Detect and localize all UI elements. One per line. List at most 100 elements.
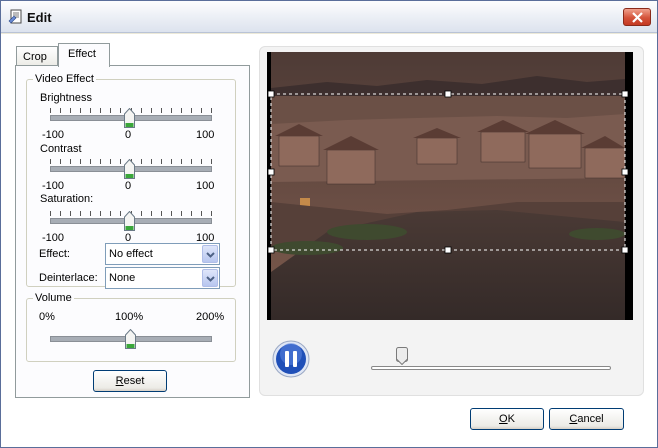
slider-tick [70, 108, 71, 113]
ok-button[interactable]: OK [470, 408, 544, 430]
suburban-street-video-frame [267, 52, 633, 320]
slider-tick [171, 159, 172, 164]
slider-tick [80, 211, 81, 216]
slider-tick [110, 211, 111, 216]
slider-tick [70, 159, 71, 164]
brightness-label: Brightness [40, 92, 92, 104]
slider-tick [120, 159, 121, 164]
contrast-mid: 0 [125, 180, 132, 192]
edit-dialog: Edit Crop Effect Video Effect Brightness [0, 0, 658, 448]
saturation-slider-thumb[interactable] [124, 211, 135, 231]
brightness-min: -100 [42, 129, 65, 141]
slider-tick [151, 108, 152, 113]
slider-tick [110, 159, 111, 164]
saturation-label: Saturation: [40, 193, 94, 205]
group-legend: Video Effect [33, 73, 96, 85]
slider-tick [181, 159, 182, 164]
mnemonic-letter: O [499, 413, 508, 425]
slider-tick [191, 159, 192, 164]
cancel-button-label: Cancel [569, 413, 604, 425]
deinterlace-dropdown-button[interactable] [202, 269, 218, 287]
slider-tick [100, 211, 101, 216]
ok-button-label: OK [499, 413, 515, 425]
contrast-min: -100 [42, 180, 65, 192]
tab-label: Effect [68, 48, 96, 60]
video-preview [267, 52, 633, 320]
volume-max: 200% [196, 311, 225, 323]
slider-tick [141, 211, 142, 216]
slider-tick [181, 108, 182, 113]
close-icon [632, 12, 643, 23]
slider-tick [191, 211, 192, 216]
brightness-mid: 0 [125, 129, 132, 141]
seek-bar-thumb[interactable] [396, 347, 408, 365]
slider-tick [100, 108, 101, 113]
slider-tick [171, 211, 172, 216]
slider-tick [191, 108, 192, 113]
edit-document-icon [8, 9, 22, 24]
chevron-down-icon [206, 276, 215, 282]
effect-select[interactable]: No effect [105, 243, 220, 265]
volume-slider-thumb[interactable] [125, 329, 136, 349]
brightness-max: 100 [196, 129, 215, 141]
slider-tick [211, 211, 212, 216]
slider-tick [50, 159, 51, 164]
contrast-max: 100 [196, 180, 215, 192]
brightness-slider-thumb[interactable] [124, 108, 135, 128]
seek-bar[interactable] [371, 366, 611, 370]
slider-tick [110, 108, 111, 113]
slider-tick [120, 108, 121, 113]
effect-select-value: No effect [109, 248, 153, 260]
slider-tick [181, 211, 182, 216]
slider-tick [90, 211, 91, 216]
slider-tick [50, 211, 51, 216]
slider-tick [141, 159, 142, 164]
deinterlace-select-value: None [109, 272, 136, 284]
slider-tick [141, 108, 142, 113]
slider-tick [151, 159, 152, 164]
slider-tick [80, 159, 81, 164]
title-bar[interactable]: Edit [1, 1, 657, 33]
deinterlace-select[interactable]: None [105, 267, 220, 289]
reset-button-label: Reset [115, 375, 145, 387]
slider-tick [201, 159, 202, 164]
tab-crop[interactable]: Crop [16, 46, 58, 66]
slider-tick [100, 159, 101, 164]
slider-tick [60, 211, 61, 216]
effect-dropdown-button[interactable] [202, 245, 218, 263]
preview-panel [259, 46, 644, 396]
contrast-slider-thumb[interactable] [124, 159, 135, 179]
effect-tab-panel: Video Effect Brightness -100 0 100 Contr… [15, 65, 250, 398]
dialog-body: Crop Effect Video Effect Brightness -100… [1, 34, 657, 447]
slider-tick [151, 211, 152, 216]
tab-label: Crop [23, 51, 47, 63]
volume-min: 0% [39, 311, 55, 323]
effect-label: Effect: [39, 248, 70, 260]
volume-mid: 100% [115, 311, 144, 323]
reset-button[interactable]: Reset [93, 370, 167, 392]
group-legend: Volume [33, 292, 74, 304]
slider-tick [90, 159, 91, 164]
slider-tick [60, 108, 61, 113]
deinterlace-label: Deinterlace: [39, 272, 98, 284]
slider-tick [161, 108, 162, 113]
contrast-label: Contrast [40, 143, 82, 155]
tab-effect[interactable]: Effect [58, 43, 110, 67]
mnemonic-letter: C [569, 413, 578, 425]
slider-tick [50, 108, 51, 113]
slider-tick [80, 108, 81, 113]
slider-tick [211, 108, 212, 113]
slider-tick [171, 108, 172, 113]
slider-tick [60, 159, 61, 164]
chevron-down-icon [206, 252, 215, 258]
pause-button[interactable] [272, 340, 310, 378]
close-button[interactable] [623, 8, 651, 26]
slider-tick [161, 211, 162, 216]
slider-tick [211, 159, 212, 164]
cancel-button[interactable]: Cancel [549, 408, 624, 430]
slider-tick [161, 159, 162, 164]
slider-tick [120, 211, 121, 216]
slider-tick [90, 108, 91, 113]
window-title: Edit [27, 10, 52, 25]
slider-tick [70, 211, 71, 216]
